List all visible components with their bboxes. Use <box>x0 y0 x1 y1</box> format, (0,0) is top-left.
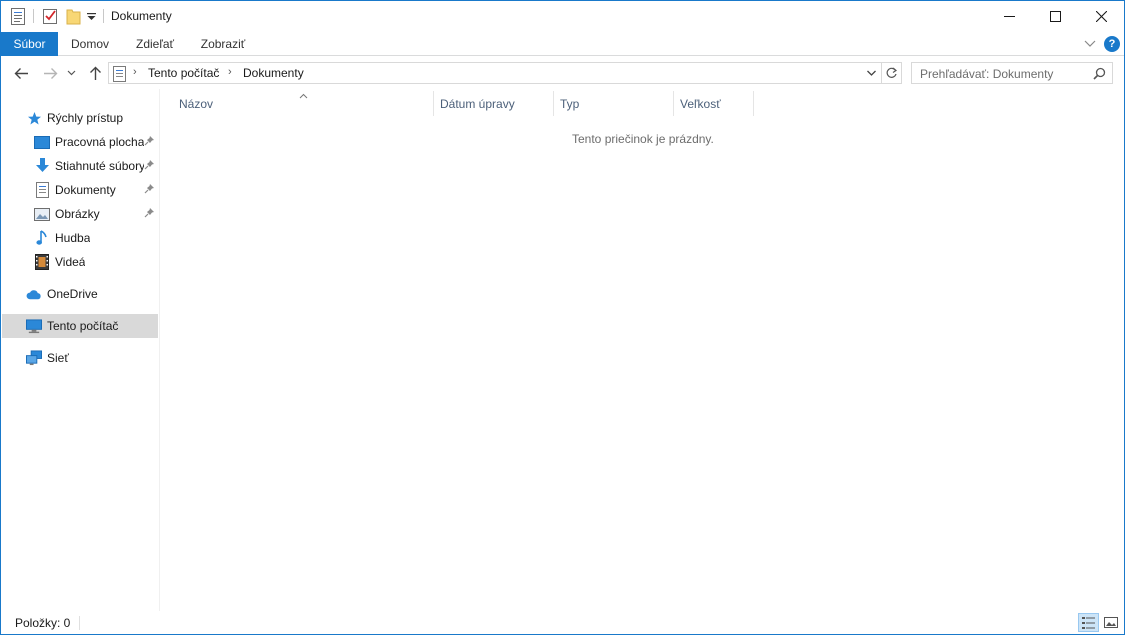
music-icon <box>34 230 50 246</box>
maximize-button[interactable] <box>1032 1 1078 32</box>
documents-icon <box>113 66 126 85</box>
tab-home[interactable]: Domov <box>64 32 116 56</box>
nav-quick-access[interactable]: Rýchly prístup <box>2 106 158 130</box>
navigation-pane: Rýchly prístup Pracovná plocha Stiahnuté… <box>1 89 159 611</box>
column-header-type[interactable]: Typ <box>560 97 579 111</box>
nav-label: Videá <box>55 255 86 269</box>
cloud-icon <box>26 286 42 302</box>
pin-icon[interactable] <box>144 183 155 197</box>
checkmark-icon[interactable] <box>42 7 58 25</box>
nav-this-pc[interactable]: Tento počítač <box>2 314 158 338</box>
large-icons-view-button[interactable] <box>1100 613 1121 632</box>
large-icons-view-icon <box>1103 617 1118 628</box>
nav-label: OneDrive <box>47 287 98 301</box>
navpane-divider[interactable] <box>159 89 160 611</box>
properties-icon[interactable] <box>10 7 26 25</box>
column-divider[interactable] <box>753 91 754 116</box>
nav-music[interactable]: Hudba <box>2 226 158 250</box>
nav-label: Dokumenty <box>55 183 116 197</box>
toolbar-separator <box>103 9 104 23</box>
new-folder-icon[interactable] <box>65 7 81 25</box>
file-list[interactable]: Názov Dátum úpravy Typ Veľkosť Tento pri… <box>161 89 1124 611</box>
documents-icon <box>34 182 50 198</box>
sort-ascending-icon <box>299 88 308 102</box>
tab-file[interactable]: Súbor <box>1 32 58 56</box>
minimize-button[interactable] <box>986 1 1032 32</box>
nav-label: Sieť <box>47 351 69 365</box>
nav-network[interactable]: Sieť <box>2 346 158 370</box>
details-view-button[interactable] <box>1078 613 1099 632</box>
pin-icon[interactable] <box>144 207 155 221</box>
nav-label: Hudba <box>55 231 91 245</box>
details-view-icon <box>1082 616 1095 629</box>
tab-share[interactable]: Zdieľať <box>127 32 183 56</box>
network-icon <box>26 350 42 366</box>
help-icon[interactable]: ? <box>1104 36 1120 52</box>
customize-toolbar-dropdown-icon[interactable] <box>85 7 97 25</box>
nav-documents[interactable]: Dokumenty <box>2 178 158 202</box>
star-icon <box>26 110 42 126</box>
column-header-name[interactable]: Názov <box>179 97 213 111</box>
breadcrumb-chevron-icon[interactable]: › <box>228 66 232 78</box>
item-count: Položky: 0 <box>15 616 71 630</box>
expand-ribbon-chevron-icon[interactable] <box>1083 36 1097 50</box>
toolbar-separator <box>33 9 34 23</box>
navigation-bar: › Tento počítač › Dokumenty Prehľadávať:… <box>1 57 1124 89</box>
close-button[interactable] <box>1078 1 1124 32</box>
up-arrow-icon[interactable] <box>85 64 105 82</box>
breadcrumb-this-pc[interactable]: Tento počítač <box>148 66 219 80</box>
nav-label: Obrázky <box>55 207 100 221</box>
nav-label: Stiahnuté súbory <box>55 159 144 173</box>
nav-videos[interactable]: Videá <box>2 250 158 274</box>
search-box[interactable]: Prehľadávať: Dokumenty <box>911 62 1113 84</box>
breadcrumb-chevron-icon[interactable]: › <box>133 66 137 78</box>
pin-icon[interactable] <box>144 135 155 149</box>
download-icon <box>34 158 50 174</box>
nav-label: Pracovná plocha <box>55 135 144 149</box>
computer-icon <box>26 318 42 334</box>
refresh-button[interactable] <box>882 62 902 84</box>
breadcrumb-documents[interactable]: Dokumenty <box>243 66 304 80</box>
column-divider[interactable] <box>433 91 434 116</box>
ribbon-tabs: Súbor Domov Zdieľať Zobraziť ? <box>1 32 1124 56</box>
search-icon[interactable] <box>1093 67 1106 83</box>
pictures-icon <box>34 206 50 222</box>
column-divider[interactable] <box>673 91 674 116</box>
search-placeholder: Prehľadávať: Dokumenty <box>920 67 1054 81</box>
back-arrow-icon[interactable] <box>11 64 31 82</box>
forward-arrow-icon[interactable] <box>40 64 60 82</box>
nav-pictures[interactable]: Obrázky <box>2 202 158 226</box>
pin-icon[interactable] <box>144 159 155 173</box>
refresh-icon <box>886 67 898 78</box>
address-bar[interactable]: › Tento počítač › Dokumenty <box>108 62 882 84</box>
title-bar: Dokumenty <box>1 1 1124 32</box>
column-header-size[interactable]: Veľkosť <box>680 97 721 111</box>
nav-downloads[interactable]: Stiahnuté súbory <box>2 154 158 178</box>
tab-view[interactable]: Zobraziť <box>194 32 252 56</box>
recent-locations-chevron-icon[interactable] <box>64 64 78 82</box>
desktop-icon <box>34 134 50 150</box>
status-bar: Položky: 0 <box>1 611 1124 634</box>
file-explorer-window: Dokumenty Súbor Domov Zdieľať Zobraziť ? <box>0 0 1125 635</box>
empty-folder-message: Tento priečinok je prázdny. <box>572 132 714 146</box>
videos-icon <box>34 254 50 270</box>
nav-label: Tento počítač <box>47 319 119 333</box>
nav-onedrive[interactable]: OneDrive <box>2 282 158 306</box>
address-dropdown-icon[interactable] <box>866 66 878 80</box>
column-header-date-modified[interactable]: Dátum úpravy <box>440 97 515 111</box>
column-divider[interactable] <box>553 91 554 116</box>
nav-label: Rýchly prístup <box>47 111 124 125</box>
status-separator <box>79 616 80 630</box>
nav-desktop[interactable]: Pracovná plocha <box>2 130 158 154</box>
window-title: Dokumenty <box>111 9 172 23</box>
